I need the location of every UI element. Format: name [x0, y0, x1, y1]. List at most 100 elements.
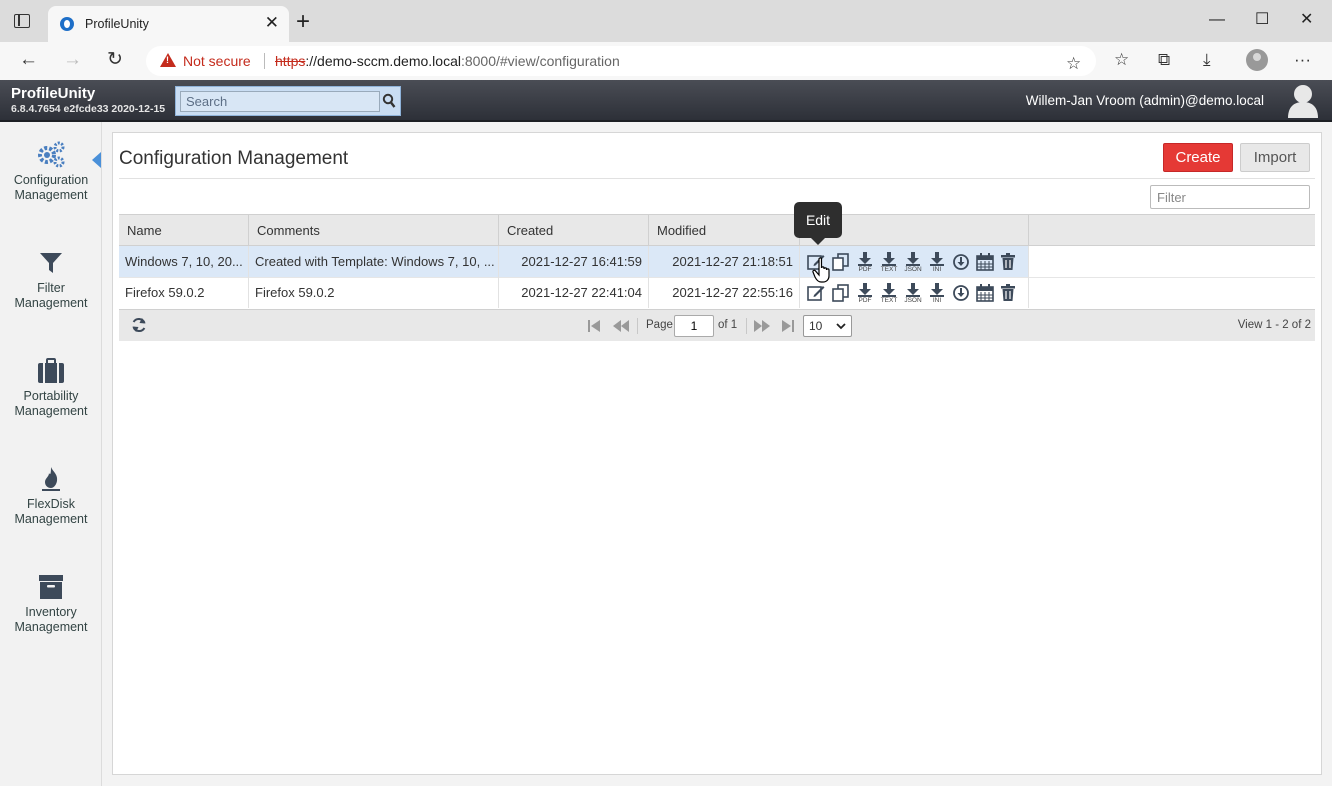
json-caption: JSON [904, 297, 922, 304]
delete-icon[interactable] [998, 252, 1018, 274]
filter-input[interactable] [1150, 185, 1310, 209]
profile-icon[interactable] [1246, 49, 1268, 71]
create-button[interactable]: Create [1163, 143, 1233, 172]
column-header-name[interactable]: Name [119, 215, 249, 246]
download-ini-icon[interactable]: INI [927, 283, 947, 305]
sidebar-label: Management [14, 620, 88, 634]
title-divider [119, 178, 1315, 179]
warning-icon [160, 53, 176, 67]
content-panel: Configuration Management Create Import N… [112, 132, 1322, 775]
sidebar-label: FlexDisk [27, 497, 75, 511]
gears-icon [38, 141, 65, 168]
forward-icon[interactable]: → [63, 49, 82, 71]
grid-header: Name Comments Created Modified [119, 214, 1315, 246]
edit-icon[interactable] [806, 283, 826, 305]
filter-icon [40, 253, 62, 273]
tab-close-icon[interactable]: ✕ [265, 14, 279, 32]
security-label[interactable]: Not secure [183, 53, 251, 69]
url-divider [264, 53, 265, 69]
back-icon[interactable]: ← [19, 49, 38, 71]
search-icon[interactable] [382, 93, 396, 109]
archive-icon [39, 575, 63, 599]
browser-tab-strip: ProfileUnity ✕ + — ☐ ✕ [0, 0, 1332, 42]
sidebar-item-filter[interactable]: Filter Management [0, 250, 102, 311]
page-count-label: of 1 [718, 319, 738, 331]
sidebar-label: Management [14, 512, 88, 526]
download-json-icon[interactable]: JSON [903, 252, 923, 274]
user-name[interactable]: Willem-Jan Vroom (admin)@demo.local [1026, 93, 1264, 108]
download-pdf-icon[interactable]: PDF [855, 252, 875, 274]
last-page-icon[interactable] [781, 319, 795, 333]
cell-comments: Created with Template: Windows 7, 10, ..… [249, 246, 499, 277]
app-header: ProfileUnity 6.8.4.7654 e2fcde33 2020-12… [0, 80, 1332, 122]
briefcase-icon [38, 358, 64, 383]
search-input[interactable] [180, 91, 380, 112]
avatar[interactable] [1286, 82, 1320, 118]
download-text-icon[interactable]: TEXT [879, 252, 899, 274]
tab-actions-icon[interactable] [14, 14, 30, 28]
url-field[interactable]: Not secure https://demo-sccm.demo.local:… [146, 46, 1096, 76]
page-title: Configuration Management [119, 148, 349, 169]
version-label: 6.8.4.7654 e2fcde33 2020-12-15 [11, 103, 166, 115]
download-text-icon[interactable]: TEXT [879, 283, 899, 305]
sidebar-label: Portability [23, 389, 79, 403]
cell-name[interactable]: Firefox 59.0.2 [119, 277, 249, 308]
add-favorite-icon[interactable]: ☆ [1066, 54, 1081, 74]
new-tab-icon[interactable]: + [296, 10, 310, 34]
first-page-icon[interactable] [587, 319, 601, 333]
url-rest: :8000/#view/configuration [460, 53, 620, 69]
collections-icon[interactable]: ⧉ [1158, 50, 1170, 70]
reload-icon[interactable]: ↻ [107, 49, 123, 71]
column-header-created[interactable]: Created [499, 215, 649, 246]
sidebar-item-portability[interactable]: Portability Management [0, 358, 102, 419]
import-button[interactable]: Import [1240, 143, 1310, 172]
pager-divider [637, 318, 638, 334]
sidebar-label: Management [14, 296, 88, 310]
json-caption: JSON [904, 266, 922, 273]
deploy-icon[interactable] [951, 283, 971, 305]
page-number-input[interactable] [674, 315, 714, 337]
refresh-icon[interactable] [131, 317, 147, 333]
ini-caption: INI [932, 266, 942, 273]
maximize-icon[interactable]: ☐ [1255, 10, 1269, 30]
download-pdf-icon[interactable]: PDF [855, 283, 875, 305]
favorites-icon[interactable]: ☆ [1114, 50, 1129, 70]
sidebar-label: Filter [37, 281, 65, 295]
calendar-icon[interactable] [975, 252, 995, 274]
deploy-icon[interactable] [951, 252, 971, 274]
sidebar-item-inventory[interactable]: Inventory Management [0, 574, 102, 635]
grid-pager: Page of 1 10 View 1 - 2 of 2 [119, 309, 1315, 341]
close-window-icon[interactable]: ✕ [1300, 10, 1313, 30]
search-box [175, 86, 401, 116]
cell-modified: 2021-12-27 21:18:51 [649, 246, 800, 277]
calendar-icon[interactable] [975, 283, 995, 305]
rows-per-page-select[interactable]: 10 [803, 315, 852, 337]
url-scheme: https [275, 53, 306, 69]
flame-icon [42, 467, 60, 491]
previous-page-icon[interactable] [612, 319, 630, 333]
sidebar-label: Management [14, 188, 88, 202]
column-header-modified[interactable]: Modified [649, 215, 800, 246]
table-row[interactable]: Windows 7, 10, 20... Created with Templa… [119, 246, 1315, 277]
delete-icon[interactable] [998, 283, 1018, 305]
next-page-icon[interactable] [753, 319, 771, 333]
copy-icon[interactable] [831, 252, 851, 274]
sidebar-label: Configuration [13, 173, 89, 187]
sidebar: Configuration Management Filter Manageme… [0, 122, 102, 786]
download-json-icon[interactable]: JSON [903, 283, 923, 305]
minimize-icon[interactable]: — [1209, 10, 1225, 30]
browser-tab[interactable]: ProfileUnity ✕ [48, 6, 289, 42]
copy-icon[interactable] [831, 283, 851, 305]
sidebar-item-configuration[interactable]: Configuration Management [0, 140, 102, 203]
edit-tooltip: Edit [794, 202, 842, 245]
column-header-comments[interactable]: Comments [249, 215, 499, 246]
sidebar-label: Management [14, 404, 88, 418]
cell-name[interactable]: Windows 7, 10, 20... [119, 246, 249, 277]
table-row[interactable]: Firefox 59.0.2 Firefox 59.0.2 2021-12-27… [119, 277, 1315, 308]
sidebar-item-flexdisk[interactable]: FlexDisk Management [0, 466, 102, 527]
downloads-icon[interactable]: ⤓ [1203, 50, 1211, 70]
download-ini-icon[interactable]: INI [927, 252, 947, 274]
more-menu-icon[interactable]: ··· [1294, 50, 1311, 70]
cell-created: 2021-12-27 22:41:04 [499, 277, 649, 308]
url-text[interactable]: https://demo-sccm.demo.local:8000/#view/… [275, 53, 620, 69]
